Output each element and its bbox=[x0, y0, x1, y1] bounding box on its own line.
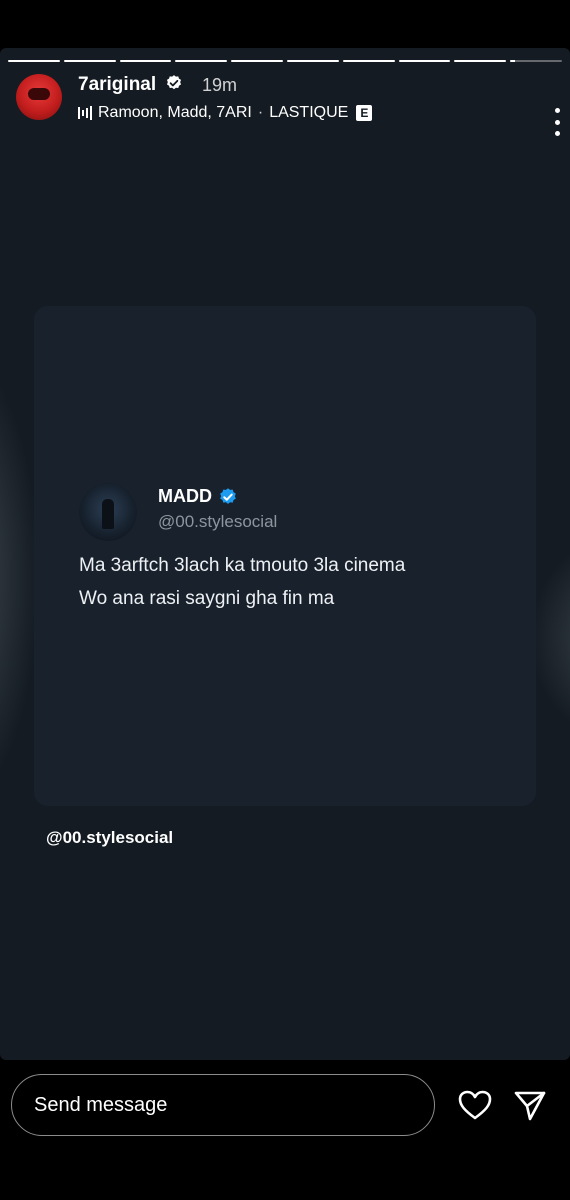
progress-segment-fill bbox=[398, 60, 451, 62]
heart-icon[interactable] bbox=[458, 1090, 492, 1120]
story-progress-bar bbox=[8, 60, 562, 62]
tweet-author-avatar bbox=[79, 483, 137, 541]
user-avatar[interactable] bbox=[16, 74, 62, 120]
progress-segment bbox=[63, 60, 116, 62]
music-attribution[interactable]: Ramoon, Madd, 7ARI · LASTIQUE E bbox=[78, 104, 373, 122]
explicit-badge: E bbox=[356, 105, 373, 121]
progress-segment bbox=[231, 60, 283, 62]
progress-segment bbox=[175, 60, 228, 62]
reply-bar: Send message bbox=[0, 1060, 570, 1200]
progress-segment-fill bbox=[286, 60, 339, 62]
story-header: 7ariginal 19m Ramoon, Madd, 7ARI · LASTI… bbox=[16, 74, 554, 124]
music-song: LASTIQUE bbox=[269, 104, 349, 121]
person-silhouette-icon bbox=[102, 499, 114, 529]
send-icon[interactable] bbox=[513, 1089, 547, 1121]
tweet-text-line-2: Wo ana rasi saygni gha fin ma bbox=[79, 588, 335, 609]
background-glow-right bbox=[530, 538, 570, 738]
tweet-author-name: MADD bbox=[158, 486, 238, 507]
progress-segment-fill bbox=[8, 60, 60, 62]
post-time: 19m bbox=[202, 75, 238, 95]
red-masked-avatar-icon bbox=[28, 88, 50, 100]
blue-verified-icon bbox=[220, 487, 236, 504]
username-text: 7ariginal bbox=[78, 74, 157, 95]
music-separator: · bbox=[257, 104, 264, 121]
progress-segment bbox=[119, 60, 172, 62]
progress-segment bbox=[398, 60, 451, 62]
progress-segment bbox=[454, 60, 507, 62]
more-vertical-icon[interactable] bbox=[554, 108, 560, 136]
tweet-text-line-1: Ma 3arftch 3lach ka tmouto 3la cinema bbox=[79, 555, 406, 576]
progress-segment-fill bbox=[231, 60, 283, 62]
progress-segment bbox=[286, 60, 339, 62]
story-screen: 7ariginal 19m Ramoon, Madd, 7ARI · LASTI… bbox=[0, 0, 570, 1200]
progress-segment-fill bbox=[63, 60, 116, 62]
music-bars-icon bbox=[78, 106, 92, 120]
tweet-author-handle: @00.stylesocial bbox=[158, 512, 278, 531]
tweet-card: MADD @00.stylesocial Ma 3arftch 3lach ka… bbox=[34, 306, 536, 806]
progress-segment bbox=[342, 60, 395, 62]
progress-segment-fill bbox=[342, 60, 395, 62]
story-viewer[interactable]: 7ariginal 19m Ramoon, Madd, 7ARI · LASTI… bbox=[0, 48, 570, 1060]
progress-segment-fill bbox=[119, 60, 172, 62]
username[interactable]: 7ariginal bbox=[78, 74, 183, 96]
progress-segment bbox=[8, 60, 60, 62]
mention-sticker[interactable]: @00.stylesocial bbox=[46, 828, 173, 848]
progress-segment bbox=[510, 60, 562, 62]
send-message-input[interactable]: Send message bbox=[11, 1074, 435, 1136]
verified-badge-icon bbox=[167, 75, 182, 90]
progress-segment-fill bbox=[454, 60, 507, 62]
progress-segment-fill bbox=[175, 60, 228, 62]
tweet-author-name-text: MADD bbox=[158, 486, 212, 506]
music-artists: Ramoon, Madd, 7ARI bbox=[98, 104, 252, 121]
progress-segment-fill bbox=[510, 60, 516, 62]
